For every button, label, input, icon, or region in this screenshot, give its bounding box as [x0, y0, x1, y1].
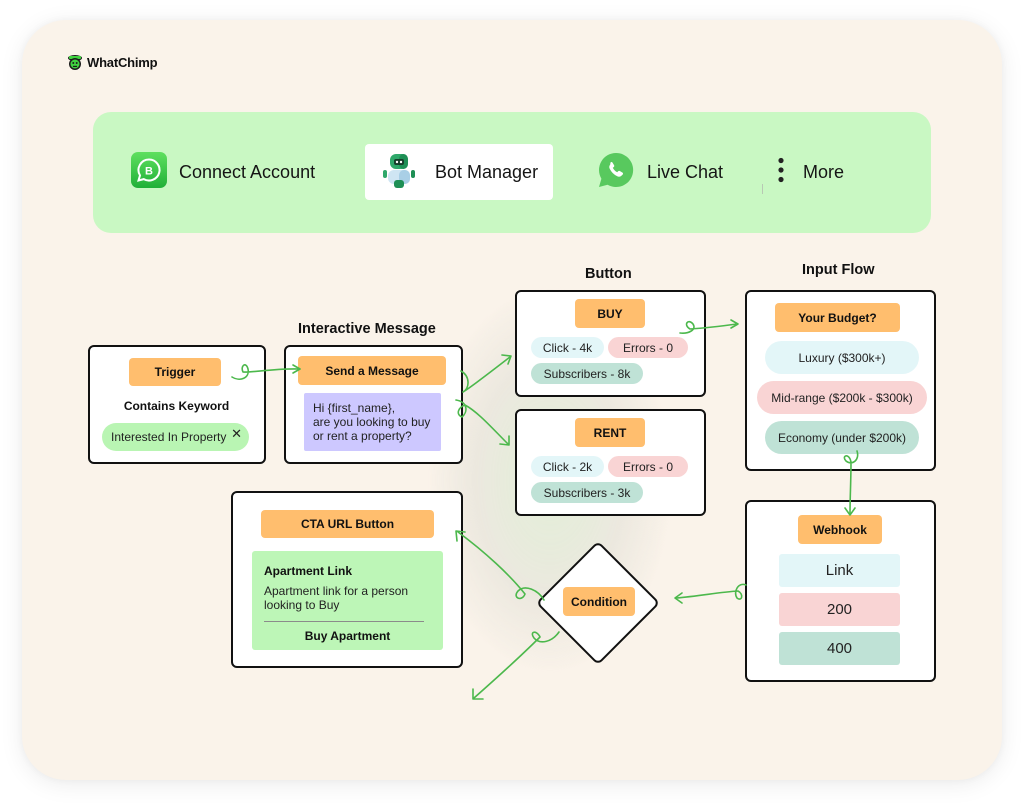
keyword-chip-label: Interested In Property	[111, 430, 227, 444]
cta-title: Apartment Link	[264, 564, 353, 578]
cta-description-line: Apartment link for a person	[264, 584, 409, 598]
section-title-button: Button	[585, 266, 632, 282]
nav-live-chat-label: Live Chat	[647, 161, 724, 182]
robot-icon	[379, 150, 419, 195]
nav-bot-manager-label: Bot Manager	[435, 161, 539, 182]
cta-card: Apartment Link Apartment link for a pers…	[252, 551, 443, 650]
send-message-node[interactable]: Send a Message Hi {first_name}, are you …	[284, 345, 463, 464]
message-preview: Hi {first_name}, are you looking to buy …	[304, 393, 441, 451]
buy-subscribers-stat: Subscribers - 8k	[531, 363, 643, 384]
buy-header: BUY	[575, 299, 645, 328]
budget-question-header: Your Budget?	[775, 303, 900, 332]
section-title-interactive-message: Interactive Message	[298, 321, 436, 337]
vertical-dots-icon	[777, 157, 785, 188]
nav-live-chat[interactable]: Live Chat	[597, 144, 723, 200]
webhook-node[interactable]: Webhook Link 200 400	[745, 500, 936, 682]
buy-click-stat: Click - 4k	[531, 337, 604, 358]
trigger-condition-label: Contains Keyword	[123, 399, 230, 413]
budget-option-mid-range[interactable]: Mid-range ($200k - $300k)	[757, 381, 927, 414]
nav-divider	[762, 184, 763, 194]
nav-more[interactable]: More	[777, 144, 844, 200]
message-line: Hi {first_name},	[313, 401, 396, 415]
cta-description: Apartment link for a person looking to B…	[264, 584, 408, 612]
cta-url-node[interactable]: CTA URL Button Apartment Link Apartment …	[231, 491, 463, 668]
whatsapp-business-icon: B	[131, 151, 167, 193]
cta-description-line: looking to Buy	[264, 598, 340, 612]
webhook-header: Webhook	[798, 515, 882, 544]
brand[interactable]: WhatChimp	[66, 53, 158, 71]
buy-button-node[interactable]: BUY Click - 4k Errors - 0 Subscribers - …	[515, 290, 706, 397]
rent-button-node[interactable]: RENT Click - 2k Errors - 0 Subscribers -…	[515, 409, 706, 516]
close-icon[interactable]: ✕	[231, 426, 242, 442]
nav-more-label: More	[803, 161, 845, 182]
rent-errors-stat: Errors - 0	[608, 456, 688, 477]
buy-errors-stat: Errors - 0	[608, 337, 688, 358]
brand-name: WhatChimp	[87, 54, 158, 70]
webhook-link-row: Link	[779, 554, 900, 587]
rent-subscribers-stat: Subscribers - 3k	[531, 482, 643, 503]
rent-click-stat: Click - 2k	[531, 456, 604, 477]
trigger-node[interactable]: Trigger Contains Keyword Interested In P…	[88, 345, 266, 464]
webhook-status-400: 400	[779, 632, 900, 665]
cta-header: CTA URL Button	[261, 510, 434, 538]
rent-header: RENT	[575, 418, 645, 447]
message-line: or rent a property?	[313, 429, 412, 443]
top-navbar: B Connect Account Bot Manager Live Chat …	[93, 112, 931, 233]
section-title-input-flow: Input Flow	[802, 262, 875, 278]
svg-text:B: B	[145, 165, 153, 177]
budget-option-economy[interactable]: Economy (under $200k)	[765, 421, 919, 454]
chimp-logo-icon	[66, 53, 84, 71]
keyword-chip[interactable]: Interested In Property ✕	[102, 423, 249, 451]
cta-buy-apartment-button[interactable]: Buy Apartment	[252, 629, 443, 643]
cta-divider	[264, 621, 424, 622]
message-line: are you looking to buy	[313, 415, 431, 429]
budget-option-luxury[interactable]: Luxury ($300k+)	[765, 341, 919, 374]
send-message-header: Send a Message	[298, 356, 446, 385]
input-flow-node[interactable]: Your Budget? Luxury ($300k+) Mid-range (…	[745, 290, 936, 471]
nav-connect-account[interactable]: B Connect Account	[131, 144, 315, 200]
condition-label: Condition	[563, 587, 635, 616]
webhook-status-200: 200	[779, 593, 900, 626]
trigger-header: Trigger	[129, 358, 221, 386]
nav-connect-account-label: Connect Account	[179, 161, 316, 182]
whatsapp-icon	[597, 151, 635, 194]
nav-bot-manager[interactable]: Bot Manager	[365, 144, 553, 200]
